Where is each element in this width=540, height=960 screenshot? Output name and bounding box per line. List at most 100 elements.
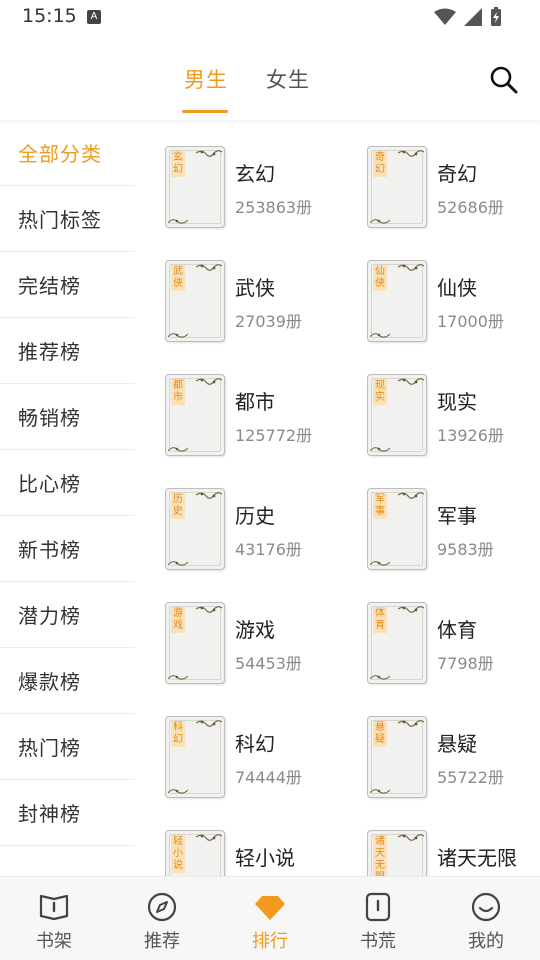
category-card[interactable]: 现实 现实 13926册	[337, 348, 537, 462]
vine-decoration-icon	[398, 150, 424, 157]
sidebar-item-legend[interactable]: 封神榜	[0, 780, 135, 846]
category-name: 历史	[235, 504, 275, 528]
sidebar-item-all-categories[interactable]: 全部分类	[0, 120, 135, 186]
category-count: 253863册	[235, 198, 313, 217]
category-card[interactable]: 轻小说 轻小说	[135, 804, 335, 876]
category-cover: 武侠	[165, 260, 225, 342]
sidebar-item-completed[interactable]: 完结榜	[0, 252, 135, 318]
sidebar-item-hot-tags[interactable]: 热门标签	[0, 186, 135, 252]
category-card[interactable]: 军事 军事 9583册	[337, 462, 537, 576]
category-cover: 诸天无限	[367, 830, 427, 876]
search-icon[interactable]	[488, 64, 520, 96]
category-grid: 玄幻 玄幻 253863册 奇幻 奇幻 52686册 武侠 武侠 27039册 …	[135, 120, 540, 876]
vine-decoration-icon	[168, 333, 188, 338]
category-sidebar: 全部分类 热门标签 完结榜 推荐榜 畅销榜 比心榜 新书榜 潜力榜 爆款榜 热门…	[0, 120, 135, 876]
category-count: 43176册	[235, 540, 302, 559]
cover-tag: 仙侠	[373, 265, 387, 291]
cover-tag: 轻小说	[171, 835, 185, 873]
bookshelf-icon	[39, 894, 69, 921]
category-name: 诸天无限	[437, 846, 517, 870]
sidebar-item-new-books[interactable]: 新书榜	[0, 516, 135, 582]
vine-decoration-icon	[370, 447, 390, 452]
category-name: 武侠	[235, 276, 275, 300]
active-tab-indicator	[182, 110, 228, 113]
top-header: 男生 女生	[0, 34, 540, 120]
category-card[interactable]: 仙侠 仙侠 17000册	[337, 234, 537, 348]
category-card[interactable]: 历史 历史 43176册	[135, 462, 335, 576]
bottom-navigation: 书架 推荐 排行 书荒 我的	[0, 876, 540, 960]
compass-icon	[147, 892, 177, 922]
category-name: 仙侠	[437, 276, 477, 300]
category-name: 都市	[235, 390, 275, 414]
category-name: 体育	[437, 618, 477, 642]
vine-decoration-icon	[168, 789, 188, 794]
vine-decoration-icon	[196, 720, 222, 727]
category-cover: 悬疑	[367, 716, 427, 798]
status-icons	[434, 7, 502, 27]
nav-mine[interactable]: 我的	[432, 877, 540, 960]
category-cover: 体育	[367, 602, 427, 684]
sidebar-item-viral[interactable]: 爆款榜	[0, 648, 135, 714]
smiley-icon	[471, 892, 501, 922]
vine-decoration-icon	[168, 219, 188, 224]
nav-recommend[interactable]: 推荐	[108, 877, 216, 960]
category-count: 125772册	[235, 426, 313, 445]
category-count: 54453册	[235, 654, 302, 673]
category-cover: 现实	[367, 374, 427, 456]
vine-decoration-icon	[398, 834, 424, 841]
nav-label: 推荐	[144, 931, 180, 952]
vine-decoration-icon	[398, 378, 424, 385]
category-count: 9583册	[437, 540, 494, 559]
category-name: 轻小说	[235, 846, 295, 870]
sidebar-item-bestseller[interactable]: 畅销榜	[0, 384, 135, 450]
vine-decoration-icon	[370, 789, 390, 794]
category-cover: 军事	[367, 488, 427, 570]
nav-bookshelf[interactable]: 书架	[0, 877, 108, 960]
category-card[interactable]: 悬疑 悬疑 55722册	[337, 690, 537, 804]
vine-decoration-icon	[196, 378, 222, 385]
cover-tag: 体育	[373, 607, 387, 633]
nav-label: 书荒	[360, 931, 396, 952]
category-cover: 轻小说	[165, 830, 225, 876]
category-card[interactable]: 诸天无限 诸天无限	[337, 804, 537, 876]
sidebar-item-heart[interactable]: 比心榜	[0, 450, 135, 516]
status-time: 15:15	[22, 5, 77, 27]
category-card[interactable]: 玄幻 玄幻 253863册	[135, 120, 335, 234]
category-name: 悬疑	[437, 732, 477, 756]
status-bar: 15:15 A	[0, 0, 540, 34]
category-count: 13926册	[437, 426, 504, 445]
tab-female[interactable]: 女生	[266, 64, 310, 94]
vine-decoration-icon	[398, 606, 424, 613]
tab-male[interactable]: 男生	[184, 64, 228, 94]
category-cover: 游戏	[165, 602, 225, 684]
category-name: 现实	[437, 390, 477, 414]
category-card[interactable]: 武侠 武侠 27039册	[135, 234, 335, 348]
nav-label: 书架	[36, 931, 72, 952]
vine-decoration-icon	[196, 834, 222, 841]
category-card[interactable]: 科幻 科幻 74444册	[135, 690, 335, 804]
category-cover: 历史	[165, 488, 225, 570]
sidebar-item-potential[interactable]: 潜力榜	[0, 582, 135, 648]
category-card[interactable]: 奇幻 奇幻 52686册	[337, 120, 537, 234]
category-cover: 仙侠	[367, 260, 427, 342]
vine-decoration-icon	[370, 219, 390, 224]
nav-ranking[interactable]: 排行	[216, 877, 324, 960]
cover-tag: 玄幻	[171, 151, 185, 177]
category-card[interactable]: 体育 体育 7798册	[337, 576, 537, 690]
nav-label: 我的	[468, 931, 504, 952]
cover-tag: 科幻	[171, 721, 185, 747]
vine-decoration-icon	[370, 675, 390, 680]
cover-tag: 现实	[373, 379, 387, 405]
vine-decoration-icon	[168, 675, 188, 680]
sidebar-item-popular[interactable]: 热门榜	[0, 714, 135, 780]
category-count: 74444册	[235, 768, 302, 787]
category-card[interactable]: 都市 都市 125772册	[135, 348, 335, 462]
sidebar-item-recommend[interactable]: 推荐榜	[0, 318, 135, 384]
cover-tag: 奇幻	[373, 151, 387, 177]
vine-decoration-icon	[168, 447, 188, 452]
category-card[interactable]: 游戏 游戏 54453册	[135, 576, 335, 690]
vine-decoration-icon	[370, 561, 390, 566]
vine-decoration-icon	[196, 264, 222, 271]
cover-tag: 都市	[171, 379, 185, 405]
nav-book-shortage[interactable]: 书荒	[324, 877, 432, 960]
